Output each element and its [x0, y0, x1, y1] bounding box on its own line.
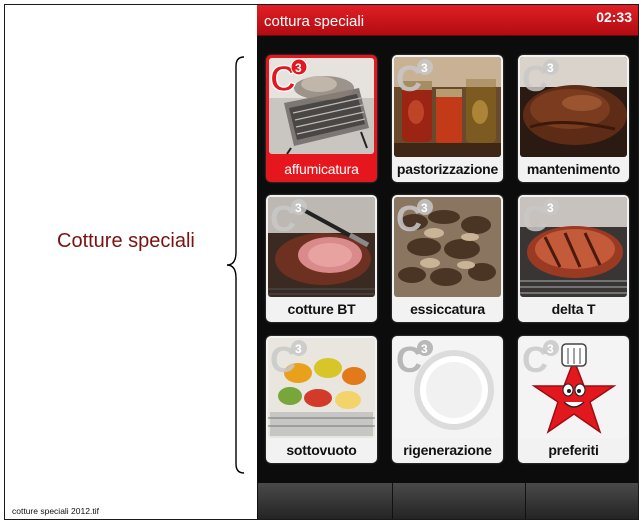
tile-sottovuoto[interactable]: C 3 sottovuoto	[266, 336, 377, 463]
tile-label: rigenerazione	[403, 442, 492, 458]
tile-affumicatura[interactable]: C 3 affumicatura	[266, 55, 377, 182]
c3-logo-icon: C 3	[396, 198, 433, 237]
svg-text:3: 3	[421, 61, 428, 75]
curly-brace	[226, 56, 245, 474]
c3-logo-icon: C 3	[522, 198, 559, 237]
svg-text:3: 3	[295, 342, 302, 356]
tile-label: mantenimento	[526, 161, 621, 177]
c3-logo-icon: C 3	[270, 198, 307, 237]
tile-label: essiccatura	[410, 301, 485, 317]
oven-screen: cottura speciali 02:33 C 3 affumicatura …	[257, 5, 638, 519]
svg-text:3: 3	[547, 342, 554, 356]
tile-label: cotture BT	[287, 301, 356, 317]
tile-label: sottovuoto	[286, 442, 357, 458]
tile-label: pastorizzazione	[396, 161, 499, 177]
title-bar: cottura speciali 02:33	[257, 5, 638, 36]
bottom-button-right[interactable]	[525, 483, 638, 519]
c3-logo-icon: C 3	[522, 58, 559, 97]
tile-label: delta T	[551, 301, 596, 317]
clock: 02:33	[596, 9, 632, 25]
tile-delta-t[interactable]: C 3 delta T	[518, 195, 629, 322]
tile-preferiti[interactable]: C 3 preferiti	[518, 336, 629, 463]
svg-text:3: 3	[547, 61, 554, 75]
svg-text:3: 3	[547, 201, 554, 215]
annotation-label: Cotture speciali	[57, 230, 195, 252]
tile-pastorizzazione[interactable]: C 3 pastorizzazione	[392, 55, 503, 182]
svg-text:3: 3	[295, 201, 302, 215]
tile-cotture-bt[interactable]: C 3 cotture BT	[266, 195, 377, 322]
tile-label: affumicatura	[284, 161, 359, 177]
c3-logo-icon: C 3	[396, 58, 433, 97]
svg-text:3: 3	[421, 342, 428, 356]
tile-rigenerazione[interactable]: C 3 rigenerazione	[392, 336, 503, 463]
tile-label: preferiti	[548, 442, 599, 458]
tile-essiccatura[interactable]: C 3 essiccatura	[392, 195, 503, 322]
bottom-button-middle[interactable]	[392, 483, 526, 519]
svg-text:3: 3	[421, 201, 428, 215]
bottom-button-left[interactable]	[257, 483, 393, 519]
file-caption: cotture speciali 2012.tif	[12, 506, 99, 516]
c3-logo-icon: C 3	[269, 57, 308, 97]
c3-logo-icon: C 3	[270, 339, 307, 378]
bottom-bar	[257, 483, 638, 519]
screen-title: cottura speciali	[264, 13, 365, 30]
tile-mantenimento[interactable]: C 3 mantenimento	[518, 55, 629, 182]
c3-logo-icon: C 3	[396, 339, 433, 378]
svg-text:3: 3	[295, 61, 302, 75]
c3-logo-icon: C 3	[522, 339, 559, 378]
program-grid: C 3 affumicatura C 3 pastorizzazione C 3…	[257, 50, 638, 470]
